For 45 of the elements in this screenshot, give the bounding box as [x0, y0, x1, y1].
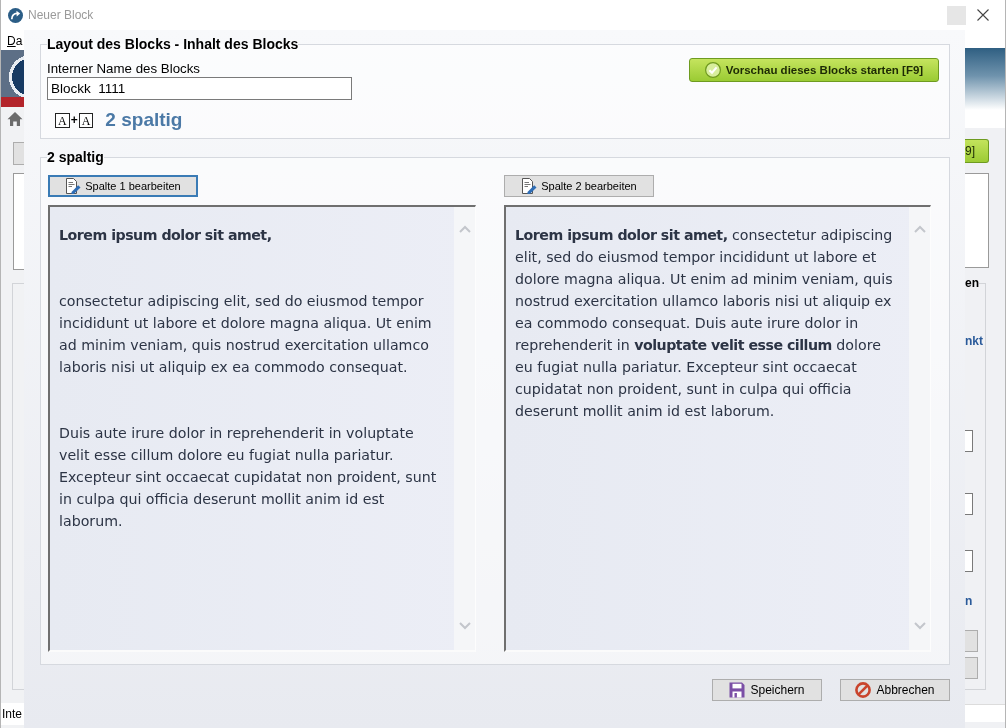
text-editor[interactable]: [504, 205, 931, 652]
chevron-up-icon[interactable]: [458, 225, 471, 233]
input-field[interactable]: [965, 550, 973, 572]
group-title: Layout des Blocks - Inhalt des Blocks: [47, 37, 299, 51]
status-text: Inte: [1, 703, 24, 725]
header-banner: [965, 48, 1005, 110]
cancel-button[interactable]: Abbrechen: [840, 679, 950, 701]
close-icon[interactable]: [977, 9, 989, 21]
link[interactable]: nkt: [965, 334, 983, 348]
edit-column-button[interactable]: Spalte 2 bearbeiten: [504, 175, 654, 197]
check-circle-icon: [704, 62, 721, 78]
text-editor[interactable]: [48, 205, 476, 652]
menu-item[interactable]: Da: [7, 30, 23, 50]
input-field[interactable]: [965, 430, 973, 452]
save-button[interactable]: Speichern: [712, 679, 822, 701]
layout-name: 2 spaltig: [105, 108, 183, 132]
link[interactable]: n: [965, 594, 973, 608]
edit-document-icon: [65, 178, 82, 194]
paragraph-text: Lorem ipsum dolor sit amet,: [59, 226, 273, 245]
home-icon[interactable]: [7, 111, 23, 127]
window-button[interactable]: [947, 5, 966, 25]
no-entry-icon: [855, 682, 872, 698]
scrollbar[interactable]: [909, 207, 930, 650]
group-title: 2 spaltig: [47, 150, 104, 164]
chevron-up-icon[interactable]: [913, 225, 926, 233]
toolbar-button[interactable]: [13, 142, 24, 165]
side-button[interactable]: [965, 657, 978, 679]
chevron-down-icon[interactable]: [458, 622, 471, 630]
paragraph-text: Lorem ipsum dolor sit amet, consectetur adipiscing elit, sed do eiusmod tempor incididunt ut labore et dolore magna aliqua. Ut enim ad minim veniam, quis nostrud exercitation ullamco laboris nisi ut aliquip ex ea commodo consequat. Duis aute irure dolor in reprehenderit in voluptate velit esse cillum dolore eu fugiat nulla pariatur. Excepteur sint occaecat cupidatat non proident, sunt in culpa qui officia deserunt mollit anim id est laborum.: [515, 226, 894, 421]
field-label: Interner Name des Blocks: [47, 62, 201, 76]
name-input[interactable]: Blockk 1111: [47, 77, 352, 100]
window-title: Neuer Block: [28, 8, 94, 22]
chevron-down-icon[interactable]: [913, 622, 926, 630]
paragraph-text: Duis aute irure dolor in reprehenderit in voluptate velit esse cillum dolore eu fugiat nulla pariatur. Excepteur sint occaecat cupidatat non proident, sunt in culpa qui officia deserunt mollit anim id est laborum.: [59, 424, 438, 531]
preview-button[interactable]: 9]: [965, 139, 989, 163]
input-field[interactable]: [965, 493, 973, 515]
edit-column-button[interactable]: Spalte 1 bearbeiten: [48, 175, 198, 197]
side-button[interactable]: [965, 630, 978, 652]
status-bar: [965, 704, 1005, 722]
app-icon: [8, 7, 23, 23]
preview-button[interactable]: Vorschau dieses Blocks starten [F9]: [689, 58, 939, 82]
paragraph-text: consectetur adipiscing elit, sed do eiusmod tempor incididunt ut labore et dolore magna aliqua. Ut enim ad minim veniam, quis nostrud exercitation ullamco laboris nisi ut aliquip ex ea commodo consequat.: [59, 292, 433, 377]
banner-image: [1, 50, 24, 107]
scrollbar[interactable]: [454, 207, 475, 650]
edit-document-icon: [521, 178, 538, 194]
